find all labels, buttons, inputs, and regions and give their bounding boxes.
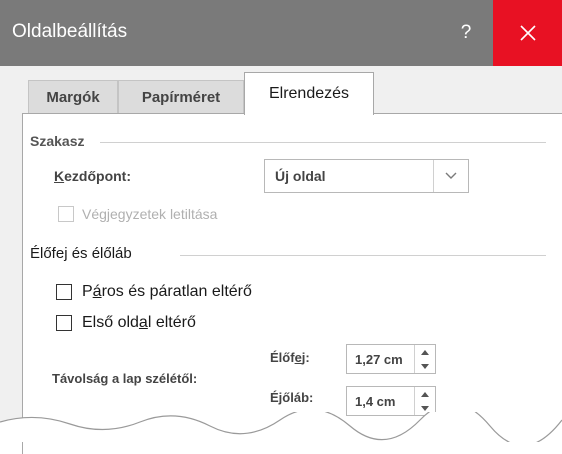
headers-footers-divider xyxy=(180,255,546,256)
spinner-buttons xyxy=(414,345,435,373)
header-distance-value: 1,27 cm xyxy=(355,352,403,367)
footer-distance-value: 1,4 cm xyxy=(355,394,396,409)
title-bar: Oldalbeállítás ? xyxy=(0,0,562,66)
section-start-select[interactable]: Új oldal xyxy=(264,159,469,193)
close-icon xyxy=(519,25,536,41)
chevron-down-icon xyxy=(445,172,457,179)
section-group-label: Szakasz xyxy=(30,133,85,149)
first-page-label: Első oldal eltérő xyxy=(82,314,196,331)
triangle-up-icon xyxy=(421,391,429,397)
distance-label: Távolság a lap szélétől: xyxy=(52,371,198,386)
dialog-title: Oldalbeállítás xyxy=(12,21,128,42)
close-button[interactable] xyxy=(493,0,562,66)
triangle-down-icon xyxy=(421,405,429,411)
torn-edge xyxy=(0,412,562,442)
triangle-down-icon xyxy=(421,363,429,369)
suppress-endnotes-checkbox[interactable] xyxy=(58,206,74,222)
section-divider xyxy=(100,142,546,143)
spinner-buttons xyxy=(414,387,435,415)
odd-even-checkbox[interactable] xyxy=(56,284,72,300)
first-page-checkbox[interactable] xyxy=(56,315,72,331)
tab-strip: Margók Papírméret Elrendezés xyxy=(0,66,562,115)
help-button[interactable]: ? xyxy=(440,0,492,66)
section-start-label: Kezdőpont: xyxy=(54,168,131,184)
page-setup-dialog: Oldalbeállítás ? Margók Papírméret Elren… xyxy=(0,0,562,454)
spin-up-button[interactable] xyxy=(415,387,435,401)
tab-layout[interactable]: Elrendezés xyxy=(244,72,374,115)
tab-margins[interactable]: Margók xyxy=(28,80,118,114)
section-start-value: Új oldal xyxy=(275,168,326,184)
tab-paper-size[interactable]: Papírméret xyxy=(118,80,244,114)
spin-down-button[interactable] xyxy=(415,359,435,373)
header-distance-label: Élőfej: xyxy=(270,350,310,365)
suppress-endnotes-label: Végjegyzetek letiltása xyxy=(82,206,218,222)
spin-up-button[interactable] xyxy=(415,345,435,359)
dropdown-button[interactable] xyxy=(433,160,468,192)
odd-even-label: Páros és páratlan eltérő xyxy=(82,283,252,300)
headers-footers-group-label: Élőfej és élőláb xyxy=(30,245,132,262)
header-distance-spinner[interactable]: 1,27 cm xyxy=(346,344,436,374)
triangle-up-icon xyxy=(421,349,429,355)
footer-distance-label: Éjőláb: xyxy=(270,390,314,405)
